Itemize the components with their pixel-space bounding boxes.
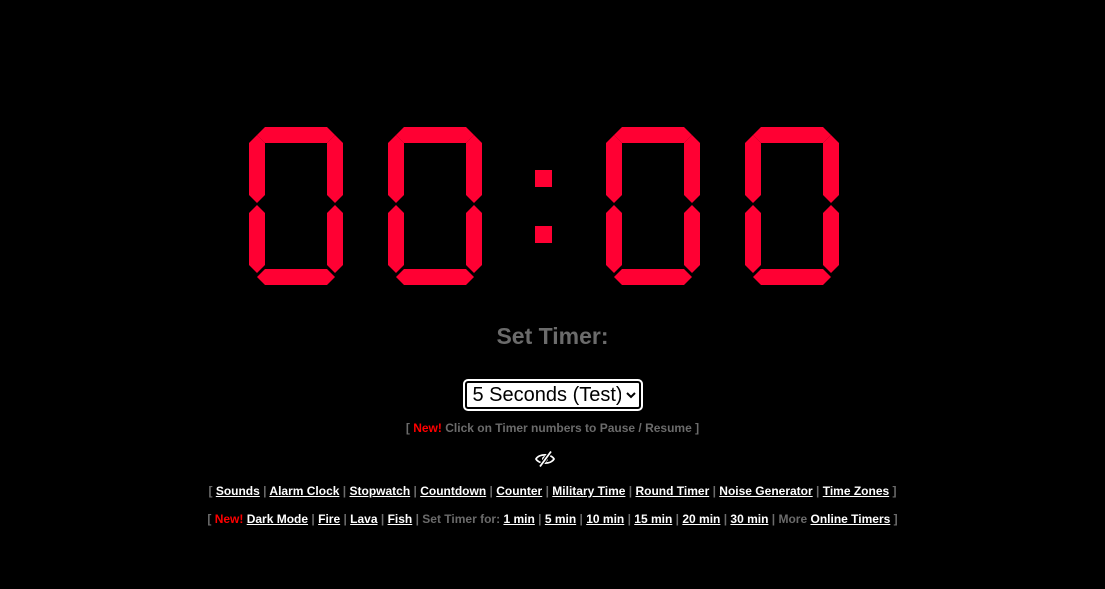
nav-bracket-close: ] [892,484,897,498]
nav-separator: | [311,512,315,526]
nav-separator: | [545,484,549,498]
timer-link-15-min[interactable]: 15 min [634,512,672,526]
more-label: More [778,512,808,526]
digit-segment-f [606,135,622,203]
nav-separator: | [342,484,347,498]
set-timer-title: Set Timer: [496,323,609,349]
nav-separator: | [628,484,633,498]
nav-bracket-open: [ [207,512,212,526]
nav-separator: | [415,512,419,526]
timer-link-5-min[interactable]: 5 min [545,512,576,526]
nav-new-badge: New! [214,512,244,526]
hint-bracket-close: ] [695,421,700,435]
set-timer-for-label: Set Timer for: [422,512,501,526]
nav-bracket-open: [ [208,484,213,498]
nav-separator: | [489,484,493,498]
nav-link-fire[interactable]: Fire [318,512,340,526]
digit-segment-d [396,269,474,285]
digit-segment-e [388,205,404,273]
nav-bracket-close: ] [893,512,898,526]
timer-digit-1[interactable] [249,127,343,285]
digit-segment-d [614,269,692,285]
digit-segment-e [745,205,761,273]
nav-separator: | [413,484,417,498]
nav-link-lava[interactable]: Lava [350,512,377,526]
nav-separator: | [343,512,347,526]
digit-segment-c [823,205,839,273]
digit-segment-d [753,269,831,285]
nav-link-dark-mode[interactable]: Dark Mode [247,512,308,526]
digit-segment-e [249,205,265,273]
eye-slash-icon[interactable] [534,450,556,468]
nav-separator: | [627,512,631,526]
nav-separator: | [771,512,776,526]
timer-display[interactable] [0,0,1105,589]
digit-segment-e [606,205,622,273]
nav-separator: | [263,484,267,498]
digit-segment-b [823,135,839,203]
nav-separator: | [380,512,385,526]
colon-dot-top [535,170,552,187]
nav-link-alarm-clock[interactable]: Alarm Clock [269,484,339,498]
nav-separator: | [712,484,716,498]
timer-duration-select[interactable]: 5 Seconds (Test) [462,379,643,411]
nav-link-round-timer[interactable]: Round Timer [635,484,709,498]
nav-link-online-timers[interactable]: Online Timers [810,512,890,526]
nav-link-time-zones[interactable]: Time Zones [823,484,889,498]
nav-row-tools: [ Sounds | Alarm Clock | Stopwatch | Cou… [0,484,1105,498]
digit-segment-b [327,135,343,203]
nav-separator: | [538,512,542,526]
digit-segment-f [388,135,404,203]
pause-resume-hint: [ New! Click on Timer numbers to Pause /… [0,421,1105,435]
digit-segment-f [745,135,761,203]
digit-segment-b [684,135,700,203]
digit-segment-a [614,127,692,143]
digit-segment-d [257,269,335,285]
nav-link-military-time[interactable]: Military Time [552,484,625,498]
colon-dot-bottom [535,226,552,243]
digit-segment-b [466,135,482,203]
nav-row-themes-timers: [ New! Dark Mode | Fire | Lava | Fish | … [0,512,1105,526]
hint-new-badge: New! [413,421,442,435]
timer-select-wrapper: 5 Seconds (Test) [0,379,1105,411]
timer-digit-2[interactable] [388,127,482,285]
digit-segment-a [753,127,831,143]
timer-link-1-min[interactable]: 1 min [503,512,534,526]
digit-segment-c [684,205,700,273]
nav-link-noise-generator[interactable]: Noise Generator [719,484,812,498]
nav-link-counter[interactable]: Counter [496,484,542,498]
timer-link-20-min[interactable]: 20 min [682,512,720,526]
timer-digit-4[interactable] [745,127,839,285]
nav-separator: | [579,512,583,526]
nav-separator: | [723,512,728,526]
timer-link-10-min[interactable]: 10 min [586,512,624,526]
digit-segment-a [257,127,335,143]
nav-separator: | [816,484,820,498]
timer-colon [535,170,552,243]
digit-segment-c [327,205,343,273]
nav-separator: | [675,512,679,526]
digit-segment-c [466,205,482,273]
hint-bracket-open: [ [405,421,410,435]
digit-segment-f [249,135,265,203]
timer-digit-3[interactable] [606,127,700,285]
nav-link-countdown[interactable]: Countdown [420,484,486,498]
hint-text: Click on Timer numbers to Pause / Resume [445,421,692,435]
timer-link-30-min[interactable]: 30 min [730,512,768,526]
nav-link-sounds[interactable]: Sounds [216,484,260,498]
digit-segment-a [396,127,474,143]
nav-link-fish[interactable]: Fish [388,512,413,526]
nav-link-stopwatch[interactable]: Stopwatch [349,484,410,498]
